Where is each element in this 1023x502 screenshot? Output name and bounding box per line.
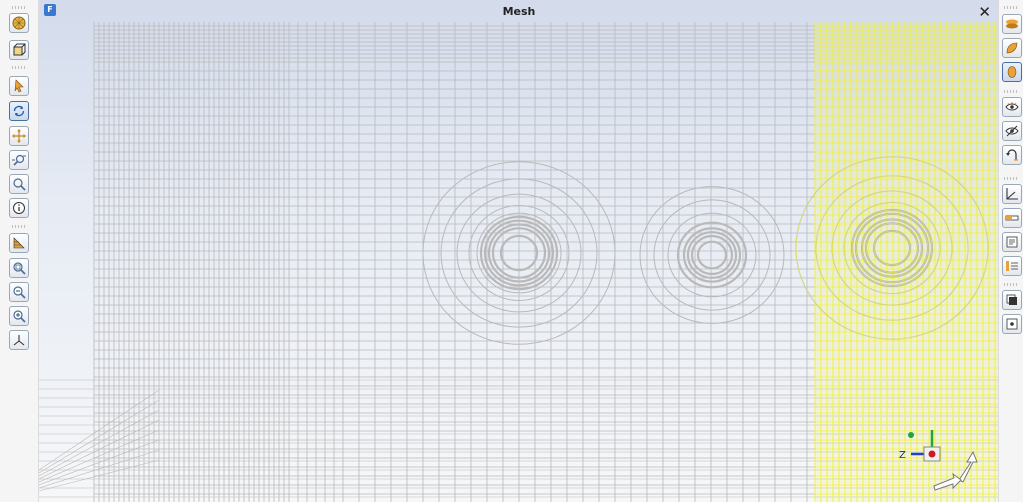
color-fill-button[interactable] [1002,62,1022,82]
rotate-view-button[interactable] [9,101,29,121]
left-toolbar [0,0,39,502]
undo-view-button[interactable] [1002,145,1022,165]
rotate-icon [13,105,25,117]
point-marker-button[interactable] [1002,314,1022,334]
mesh-canvas[interactable]: Z [39,0,999,502]
toolbar-grip[interactable] [1004,90,1018,93]
pan-arrows-icon [12,129,26,143]
zoom-in-icon [13,310,26,323]
mesh-viewport[interactable]: F Mesh ✕ Z [39,0,999,502]
stacked-squares-icon [1006,294,1017,305]
toolbar-grip[interactable] [12,66,26,69]
triad-z-label: Z [899,450,906,461]
text-note-icon [1006,236,1018,248]
zoom-fit-icon [13,262,26,275]
info-icon [13,202,25,214]
axis-angle-icon [1006,188,1018,200]
info-button[interactable] [9,198,29,218]
mesh-sphere-icon [12,16,26,30]
eye-slash-icon [1005,125,1019,137]
scale-bar-button[interactable] [1002,208,1022,228]
window-title: Mesh [502,5,536,18]
ring-hole-2 [639,186,785,324]
leaf-shape-icon [1006,42,1018,54]
zoom-fit-button[interactable] [9,258,29,278]
undo-arrow-icon [1006,149,1018,161]
scale-bar-icon [1005,215,1019,221]
zoom-out-button[interactable] [9,282,29,302]
shade-surface-button[interactable] [1002,14,1022,34]
zoom-region-icon [12,154,26,166]
toolbar-grip[interactable] [12,225,26,228]
select-arrow-button[interactable] [9,76,29,96]
visibility-eye-button[interactable] [1002,97,1022,117]
zoom-button[interactable] [9,174,29,194]
render-mode-button[interactable] [9,233,29,253]
layers-icon [1006,19,1018,29]
close-icon[interactable]: ✕ [978,2,991,22]
point-marker-icon [1006,318,1018,330]
annotation-button[interactable] [1002,232,1022,252]
transparency-button[interactable] [1002,290,1022,310]
axes-triad-button[interactable] [9,330,29,350]
wireframe-box-icon [13,43,26,56]
pan-view-button[interactable] [9,126,29,146]
hide-eye-button[interactable] [1002,121,1022,141]
toolbar-grip[interactable] [1004,177,1018,180]
arrow-cursor-icon [14,79,24,93]
mesh-view-button[interactable] [9,13,29,33]
zoom-in-button[interactable] [9,306,29,326]
wireframe-box-button[interactable] [9,40,29,60]
zoom-out-icon [13,286,26,299]
axis-toggle-button[interactable] [1002,184,1022,204]
toolbar-grip[interactable] [1004,283,1018,286]
shade-solid-button[interactable] [1002,38,1022,58]
toolbar-grip[interactable] [12,6,26,9]
magnifier-icon [13,178,26,191]
right-toolbar [998,0,1023,502]
axes-icon [13,335,25,346]
toolbar-grip[interactable] [1004,6,1018,9]
zoom-region-button[interactable] [9,150,29,170]
egg-shape-icon [1007,66,1017,78]
legend-button[interactable] [1002,256,1022,276]
legend-icon [1006,261,1018,271]
window-title-bar: F Mesh ✕ [39,0,999,26]
render-triangle-icon [13,237,25,249]
eye-icon [1005,102,1019,111]
